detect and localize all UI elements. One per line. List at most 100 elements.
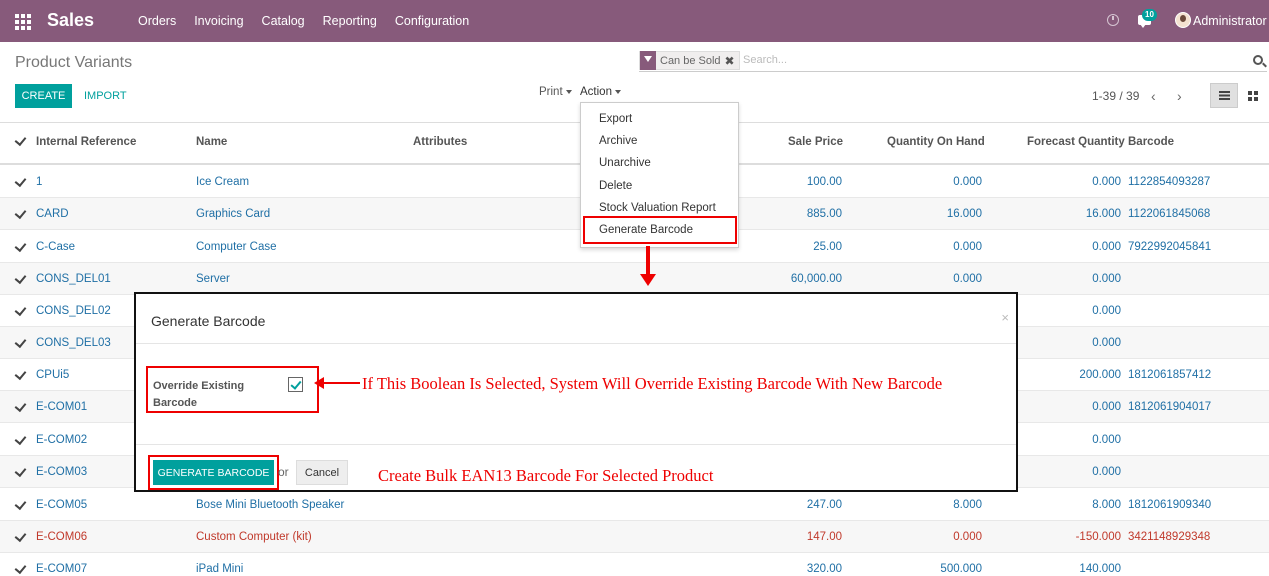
cell-name: iPad Mini <box>196 563 244 575</box>
cell-forecast-quantity: 0.000 <box>1092 466 1121 478</box>
row-checkbox[interactable] <box>15 563 27 575</box>
col-attributes[interactable]: Attributes <box>413 136 467 148</box>
row-checkbox[interactable] <box>15 305 27 317</box>
row-checkbox[interactable] <box>15 176 27 188</box>
kanban-icon <box>1248 90 1258 101</box>
cell-sale-price: 147.00 <box>806 531 842 543</box>
cell-quantity-on-hand: 8.000 <box>953 499 982 511</box>
apps-menu-icon[interactable] <box>15 14 31 30</box>
table-row[interactable]: E-COM06 Custom Computer (kit) 147.00 0.000 -… <box>0 521 1269 553</box>
menu-invoicing[interactable]: Invoicing <box>194 14 243 28</box>
cell-forecast-quantity: 0.000 <box>1092 273 1121 285</box>
row-checkbox[interactable] <box>15 241 27 253</box>
col-internal-reference[interactable]: Internal Reference <box>36 136 136 148</box>
annotation-arrow-left <box>314 377 360 389</box>
print-dropdown[interactable]: Print <box>539 86 572 98</box>
search-icon[interactable] <box>1253 55 1263 65</box>
menu-item-archive[interactable]: Archive <box>599 135 637 147</box>
menu-item-export[interactable]: Export <box>599 113 632 125</box>
chevron-left-icon[interactable]: ‹ <box>1151 88 1156 104</box>
cell-internal-reference: CONS_DEL03 <box>36 337 111 349</box>
cell-internal-reference: E-COM03 <box>36 466 88 478</box>
cell-quantity-on-hand: 0.000 <box>953 176 982 188</box>
menu-orders[interactable]: Orders <box>138 14 176 28</box>
row-checkbox[interactable] <box>15 337 27 349</box>
cell-quantity-on-hand: 16.000 <box>946 208 982 220</box>
cell-sale-price: 247.00 <box>806 499 842 511</box>
menu-reporting[interactable]: Reporting <box>323 14 377 28</box>
divider <box>136 444 1016 445</box>
or-text: or <box>278 465 289 479</box>
menu-configuration[interactable]: Configuration <box>395 14 469 28</box>
table-row[interactable]: E-COM07 iPad Mini 320.00 500.000 140.000 <box>0 553 1269 576</box>
col-name[interactable]: Name <box>196 136 227 148</box>
row-checkbox[interactable] <box>15 499 27 511</box>
cell-forecast-quantity: -150.000 <box>1075 531 1121 543</box>
pager-value[interactable]: 1-39 / 39 <box>1092 89 1139 103</box>
cell-sale-price: 25.00 <box>813 241 842 253</box>
cell-barcode: 1122061845068 <box>1128 208 1211 220</box>
user-name[interactable]: Administrator <box>1193 14 1267 28</box>
cell-internal-reference: E-COM06 <box>36 531 88 543</box>
cell-forecast-quantity: 16.000 <box>1085 208 1121 220</box>
cell-forecast-quantity: 8.000 <box>1092 499 1121 511</box>
search-bar[interactable]: Can be Sold ✖ Search... <box>639 51 1267 72</box>
activity-clock-icon[interactable] <box>1107 14 1119 26</box>
col-barcode[interactable]: Barcode <box>1128 136 1174 148</box>
top-navbar: Sales Orders Invoicing Catalog Reporting… <box>0 0 1269 42</box>
action-dropdown[interactable]: Action <box>580 86 621 98</box>
dialog-title: Generate Barcode <box>151 313 266 329</box>
facet-label: Can be Sold <box>660 54 721 67</box>
cell-forecast-quantity: 200.000 <box>1079 369 1121 381</box>
cell-forecast-quantity: 0.000 <box>1092 241 1121 253</box>
cell-forecast-quantity: 0.000 <box>1092 434 1121 446</box>
cancel-button[interactable]: Cancel <box>296 460 348 485</box>
select-all-checkbox[interactable] <box>15 135 27 147</box>
row-checkbox[interactable] <box>15 401 27 413</box>
row-checkbox[interactable] <box>15 369 27 381</box>
cell-barcode: 7922992045841 <box>1128 241 1212 253</box>
action-label: Action <box>580 86 612 98</box>
row-checkbox[interactable] <box>15 434 27 446</box>
kanban-view-button[interactable] <box>1240 83 1266 108</box>
create-button[interactable]: CREATE <box>15 84 72 108</box>
col-quantity-on-hand[interactable]: Quantity On Hand <box>887 136 985 148</box>
menu-item-generate-barcode[interactable]: Generate Barcode <box>599 224 693 236</box>
divider <box>136 343 1016 344</box>
annotation-override: If This Boolean Is Selected, System Will… <box>362 374 943 393</box>
col-sale-price[interactable]: Sale Price <box>788 136 843 148</box>
menu-item-delete[interactable]: Delete <box>599 180 632 192</box>
chevron-right-icon[interactable]: › <box>1177 88 1182 104</box>
search-input[interactable]: Search... <box>743 54 787 66</box>
menu-item-unarchive[interactable]: Unarchive <box>599 157 651 169</box>
override-highlight-box: Override Existing Barcode <box>146 366 319 413</box>
cell-quantity-on-hand: 0.000 <box>953 531 982 543</box>
menu-item-stock-valuation-report[interactable]: Stock Valuation Report <box>599 202 716 214</box>
col-forecast-quantity[interactable]: Forecast Quantity <box>1027 136 1125 148</box>
facet-remove-icon[interactable]: ✖ <box>725 54 739 68</box>
menu-catalog[interactable]: Catalog <box>262 14 305 28</box>
row-checkbox[interactable] <box>15 466 27 478</box>
cell-sale-price: 100.00 <box>806 176 842 188</box>
action-menu: Export Archive Unarchive Delete Stock Va… <box>580 102 739 248</box>
override-existing-checkbox[interactable] <box>288 377 303 392</box>
user-avatar[interactable] <box>1175 12 1191 28</box>
list-view-button[interactable] <box>1210 83 1238 108</box>
row-checkbox[interactable] <box>15 531 27 543</box>
table-row[interactable]: E-COM05 Bose Mini Bluetooth Speaker 247.00… <box>0 489 1269 521</box>
close-icon[interactable]: × <box>1001 310 1009 325</box>
import-button[interactable]: IMPORT <box>84 90 127 102</box>
generate-highlight-box: GENERATE BARCODE <box>148 455 279 490</box>
cell-sale-price: 320.00 <box>806 563 842 575</box>
generate-barcode-dialog: Generate Barcode × Override Existing Bar… <box>134 292 1018 492</box>
cell-forecast-quantity: 0.000 <box>1092 176 1121 188</box>
cell-name: Bose Mini Bluetooth Speaker <box>196 499 345 511</box>
generate-barcode-button[interactable]: GENERATE BARCODE <box>153 460 274 485</box>
cell-internal-reference: CARD <box>36 208 69 220</box>
table-row[interactable]: CONS_DEL01 Server 60,000.00 0.000 0.000 <box>0 263 1269 295</box>
row-checkbox[interactable] <box>15 273 27 285</box>
cell-internal-reference: C-Case <box>36 241 75 253</box>
filter-icon <box>640 51 656 70</box>
cell-internal-reference: E-COM07 <box>36 563 88 575</box>
row-checkbox[interactable] <box>15 208 27 220</box>
